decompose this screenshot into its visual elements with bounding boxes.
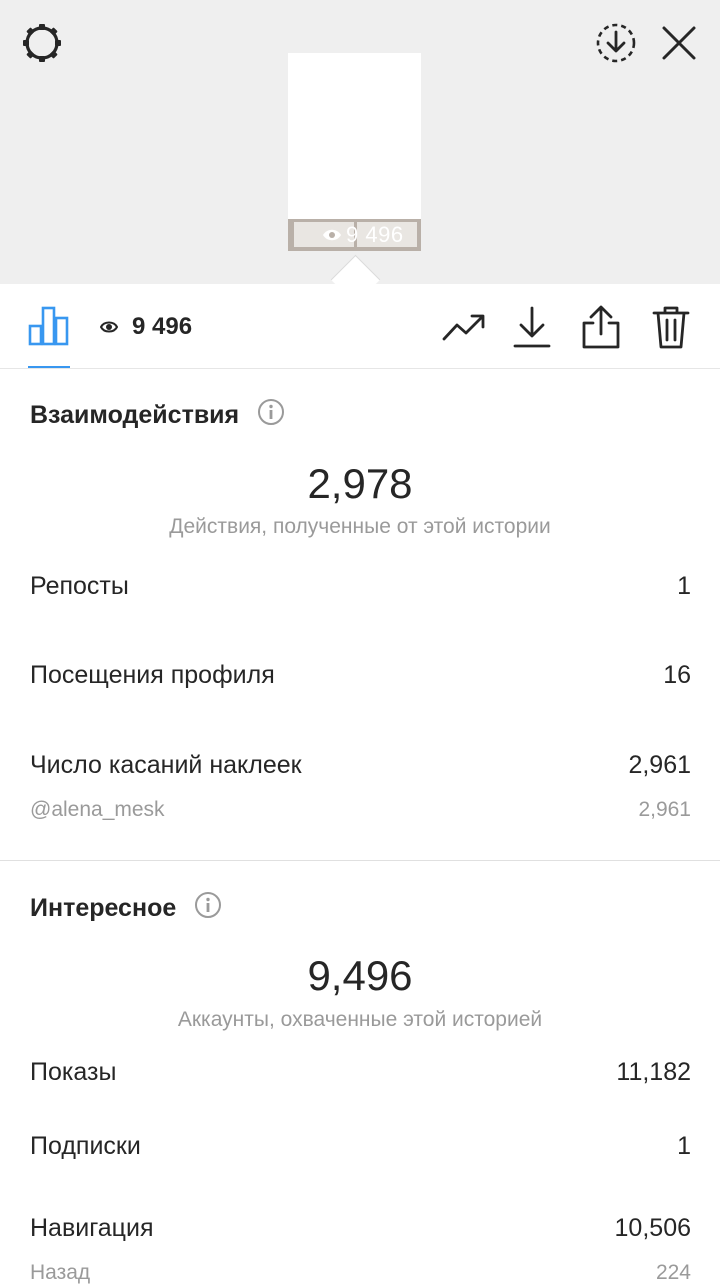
stat-row: Показы 11,182	[30, 1058, 691, 1087]
stat-row: Посещения профиля 16	[30, 661, 691, 690]
discovery-title: Интересное	[30, 894, 177, 922]
info-icon[interactable]	[194, 891, 222, 926]
bar-chart-icon[interactable]	[28, 306, 70, 351]
active-tab-indicator	[28, 366, 70, 368]
stat-value: 1	[677, 1132, 691, 1160]
discovery-section-title: Интересное	[30, 891, 222, 926]
stat-sub-label: @alena_mesk	[30, 798, 165, 821]
eye-icon	[99, 313, 119, 341]
stat-value: 1	[677, 572, 691, 600]
stat-row: Репосты 1	[30, 572, 691, 601]
stat-value: 16	[663, 661, 691, 689]
interactions-title: Взаимодействия	[30, 401, 240, 429]
stat-sub-label: Назад	[30, 1261, 91, 1284]
stat-sub-row: @alena_mesk 2,961	[30, 798, 691, 822]
stat-label: Показы	[30, 1058, 117, 1086]
stat-value: 11,182	[616, 1058, 691, 1086]
eye-icon	[322, 222, 342, 248]
stat-sub-row: Назад 224	[30, 1261, 691, 1285]
views-summary: 9 496	[99, 313, 193, 341]
close-icon[interactable]	[659, 23, 699, 68]
stat-label: Репосты	[30, 572, 129, 600]
discovery-caption: Аккаунты, охваченные этой историей	[177, 1008, 543, 1031]
thumbnail-views-count: 9 496	[346, 222, 404, 247]
stat-label: Подписки	[30, 1132, 141, 1160]
thumbnail-views: 9 496	[322, 222, 404, 248]
stat-row: Навигация 10,506	[30, 1214, 691, 1243]
trending-up-icon[interactable]	[442, 312, 486, 347]
stat-sub-value: 2,961	[638, 798, 691, 821]
share-icon[interactable]	[580, 304, 622, 355]
story-preview-area: 9 496	[0, 0, 720, 305]
views-count: 9 496	[132, 313, 193, 340]
interactions-caption: Действия, полученные от этой истории	[169, 515, 551, 538]
stat-label: Посещения профиля	[30, 661, 275, 689]
stat-value: 2,961	[628, 751, 691, 779]
insights-toolbar: 9 496	[0, 284, 720, 369]
interactions-section-title: Взаимодействия	[30, 398, 285, 433]
interactions-total: 2,978	[307, 460, 413, 507]
stat-row: Число касаний наклеек 2,961	[30, 751, 691, 780]
stat-label: Число касаний наклеек	[30, 751, 302, 779]
download-circle-icon[interactable]	[594, 21, 638, 70]
stat-row: Подписки 1	[30, 1132, 691, 1161]
stat-value: 10,506	[614, 1214, 691, 1242]
trash-icon[interactable]	[652, 304, 690, 355]
section-divider	[0, 860, 720, 861]
discovery-total: 9,496	[307, 952, 413, 999]
stat-label: Навигация	[30, 1214, 154, 1242]
stat-sub-value: 224	[655, 1261, 691, 1284]
download-icon[interactable]	[512, 305, 552, 354]
info-icon[interactable]	[257, 398, 285, 433]
gear-icon[interactable]	[20, 21, 64, 70]
